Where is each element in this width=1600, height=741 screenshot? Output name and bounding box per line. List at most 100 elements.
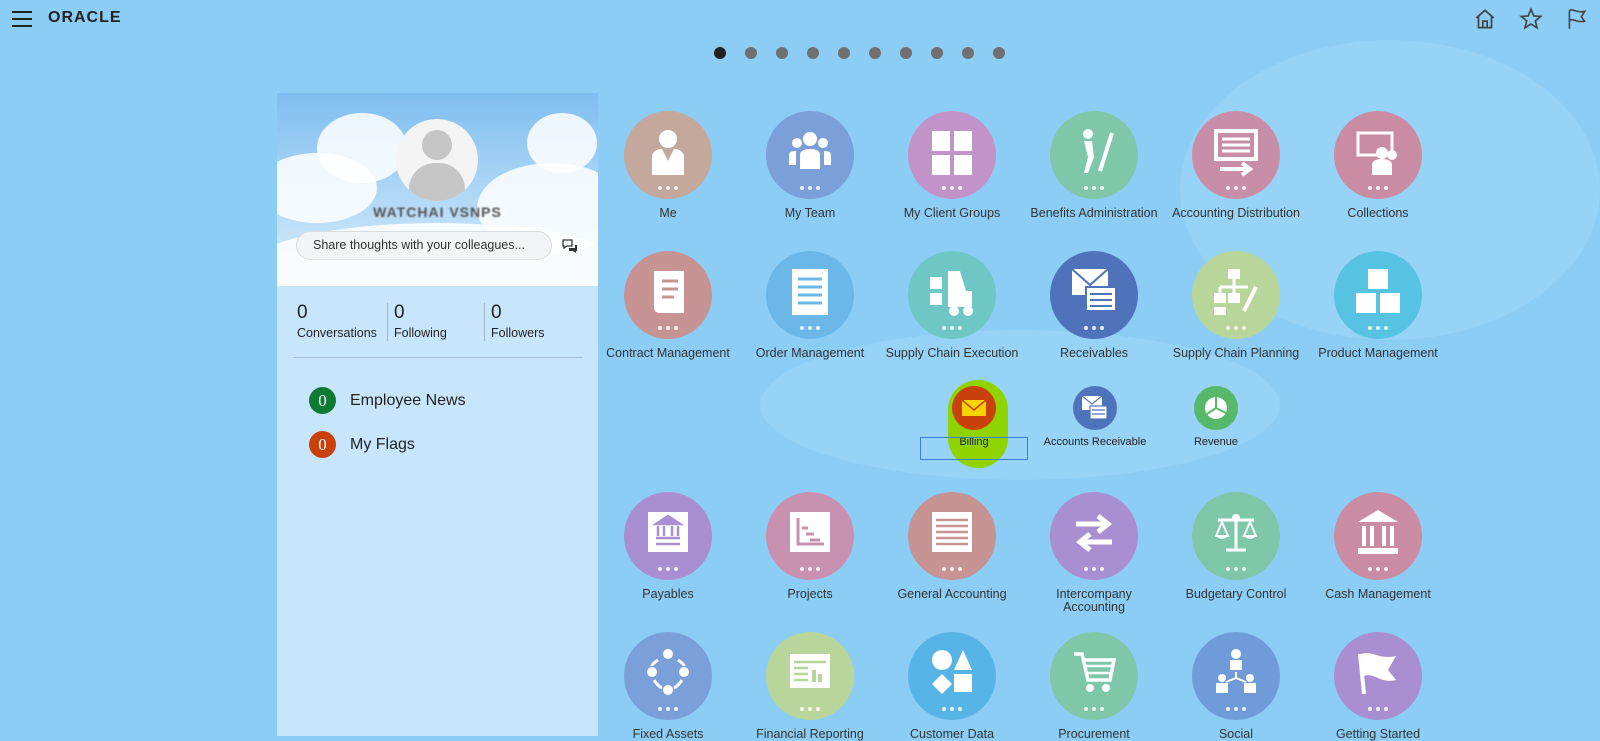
tile-customer-data[interactable]: Customer Data xyxy=(882,632,1022,741)
page-dot[interactable] xyxy=(714,47,726,59)
subtile-revenue[interactable]: Revenue xyxy=(1156,386,1276,448)
stat-label: Followers xyxy=(491,326,545,340)
tile-label: Supply Chain Execution xyxy=(885,346,1019,360)
page-indicator xyxy=(714,47,1024,59)
my-flags-link[interactable]: 0 My Flags xyxy=(309,431,415,458)
tile-procurement[interactable]: Procurement xyxy=(1024,632,1164,741)
tile-label: Collections xyxy=(1347,206,1409,220)
page-dot[interactable] xyxy=(869,47,881,59)
tile-receivables[interactable]: Receivables xyxy=(1024,251,1164,360)
tile-cash-management[interactable]: Cash Management xyxy=(1308,492,1448,601)
tile-label: My Client Groups xyxy=(903,206,1001,220)
tile-label: Supply Chain Planning xyxy=(1172,346,1300,360)
tile-product-management[interactable]: Product Management xyxy=(1308,251,1448,360)
person-icon xyxy=(652,130,684,175)
tile-label: Receivables xyxy=(1059,346,1129,360)
contract-icon xyxy=(654,271,684,313)
tile-general-accounting[interactable]: General Accounting xyxy=(882,492,1022,601)
tile-label: Fixed Assets xyxy=(632,727,704,741)
user-name: WATCHAI VSNPS xyxy=(373,204,502,220)
tile-projects[interactable]: Projects xyxy=(740,492,880,601)
tile-label: Product Management xyxy=(1318,346,1438,360)
social-stats: 0 Conversations 0 Following 0 Followers xyxy=(291,303,581,341)
employee-news-link[interactable]: 0 Employee News xyxy=(309,387,466,414)
tile-label: Procurement xyxy=(1058,727,1130,741)
tile-label: Accounting Distribution xyxy=(1172,206,1300,220)
profile-header: WATCHAI VSNPS Share thoughts with your c… xyxy=(277,93,598,286)
tile-order-management[interactable]: Order Management xyxy=(740,251,880,360)
tile-social[interactable]: Social xyxy=(1166,632,1306,741)
scales-icon xyxy=(1214,514,1258,552)
tile-label: Benefits Administration xyxy=(1030,206,1158,220)
top-bar: ORACLE xyxy=(0,0,1600,38)
tile-financial-reporting[interactable]: Financial Reporting xyxy=(740,632,880,741)
transfer-icon xyxy=(1075,514,1113,552)
tile-label: Contract Management xyxy=(606,346,730,360)
tile-supply-chain-execution[interactable]: Supply Chain Execution xyxy=(882,251,1022,360)
stat-value: 0 xyxy=(491,302,502,323)
stat-followers[interactable]: 0 Followers xyxy=(484,303,581,341)
tile-label: Budgetary Control xyxy=(1185,587,1287,601)
count-badge: 0 xyxy=(309,387,336,414)
stat-value: 0 xyxy=(394,302,405,323)
tile-label: Intercompany Accounting xyxy=(1056,587,1132,614)
share-thoughts-input[interactable]: Share thoughts with your colleagues... xyxy=(296,231,552,260)
bank-icon xyxy=(1358,510,1398,554)
social-icon xyxy=(1216,649,1256,693)
collections-icon xyxy=(1356,131,1397,175)
distribution-icon xyxy=(1214,129,1258,177)
cycle-icon xyxy=(647,649,689,695)
tile-me[interactable]: Me xyxy=(598,111,738,220)
tile-fixed-assets[interactable]: Fixed Assets xyxy=(598,632,738,741)
star-icon[interactable] xyxy=(1518,6,1544,32)
subtile-accounts-receivable[interactable]: Accounts Receivable xyxy=(1035,386,1155,448)
focus-outline xyxy=(920,437,1028,460)
groups-icon xyxy=(932,131,972,175)
stat-value: 0 xyxy=(297,302,308,323)
report-icon xyxy=(790,654,830,688)
tile-label: Cash Management xyxy=(1325,587,1431,601)
tile-payables[interactable]: Payables xyxy=(598,492,738,601)
stat-conversations[interactable]: 0 Conversations xyxy=(291,303,387,341)
page-dot[interactable] xyxy=(776,47,788,59)
flag-icon[interactable] xyxy=(1564,6,1590,32)
tile-supply-chain-planning[interactable]: Supply Chain Planning xyxy=(1166,251,1306,360)
receivables-icon xyxy=(1082,396,1108,420)
page-dot[interactable] xyxy=(807,47,819,59)
page-dot[interactable] xyxy=(993,47,1005,59)
chat-bubbles-icon[interactable] xyxy=(561,237,579,255)
tile-label: Order Management xyxy=(755,346,865,360)
planning-icon xyxy=(1214,269,1258,315)
projects-icon xyxy=(790,512,830,552)
news-label: Employee News xyxy=(350,391,466,409)
tile-intercompany-accounting[interactable]: Intercompany Accounting xyxy=(1024,492,1164,614)
tile-budgetary-control[interactable]: Budgetary Control xyxy=(1166,492,1306,601)
tile-label: Social xyxy=(1218,727,1254,741)
payables-icon xyxy=(648,512,688,552)
cloud-decoration xyxy=(317,113,407,183)
cart-icon xyxy=(1074,652,1116,692)
tile-my-team[interactable]: My Team xyxy=(740,111,880,220)
tile-label: Financial Reporting xyxy=(756,727,864,741)
tile-accounting-distribution[interactable]: Accounting Distribution xyxy=(1166,111,1306,220)
tile-label: Payables xyxy=(642,587,694,601)
ledger-icon xyxy=(932,512,972,552)
page-dot[interactable] xyxy=(931,47,943,59)
tile-benefits-administration[interactable]: Benefits Administration xyxy=(1024,111,1164,220)
subtile-label: Revenue xyxy=(1193,436,1239,448)
shapes-icon xyxy=(932,650,972,694)
page-dot[interactable] xyxy=(962,47,974,59)
avatar[interactable] xyxy=(396,119,478,201)
order-icon xyxy=(792,269,828,315)
page-dot[interactable] xyxy=(838,47,850,59)
forklift-icon xyxy=(930,271,973,316)
tile-collections[interactable]: Collections xyxy=(1308,111,1448,220)
hamburger-menu-icon[interactable] xyxy=(12,11,32,27)
page-dot[interactable] xyxy=(900,47,912,59)
tile-getting-started[interactable]: Getting Started xyxy=(1308,632,1448,741)
page-dot[interactable] xyxy=(745,47,757,59)
tile-contract-management[interactable]: Contract Management xyxy=(598,251,738,360)
tile-my-client-groups[interactable]: My Client Groups xyxy=(882,111,1022,220)
stat-following[interactable]: 0 Following xyxy=(387,303,484,341)
home-icon[interactable] xyxy=(1472,6,1498,32)
